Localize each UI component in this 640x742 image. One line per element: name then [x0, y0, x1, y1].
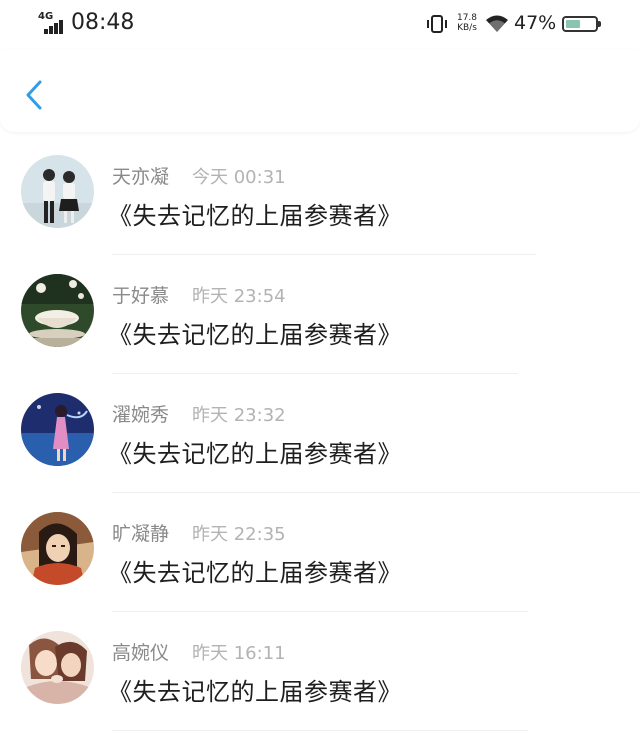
wifi-icon: [486, 15, 508, 32]
comment-time: 昨天 16:11: [192, 643, 286, 664]
divider: [112, 730, 528, 731]
comment-time: 昨天 23:32: [192, 405, 286, 426]
avatar[interactable]: [21, 155, 94, 228]
status-bar: 4G 08:48 17.8 KB/s 47%: [0, 0, 640, 50]
commenter-name[interactable]: 于好慕: [112, 281, 169, 308]
comment-time: 昨天 22:35: [192, 524, 286, 545]
list-item[interactable]: 旷凝静 昨天 22:35 《失去记忆的上届参赛者》: [0, 493, 640, 612]
screen: 4G 08:48 17.8 KB/s 47% 天亦凝 今天 00:31 《失去记…: [0, 0, 640, 742]
nav-header: [0, 50, 640, 132]
avatar[interactable]: [21, 631, 94, 704]
commenter-name[interactable]: 高婉仪: [112, 638, 169, 665]
commenter-name[interactable]: 旷凝静: [112, 519, 169, 546]
comment-text[interactable]: 《失去记忆的上届参赛者》: [108, 196, 402, 231]
list-item[interactable]: 于好慕 昨天 23:54 《失去记忆的上届参赛者》: [0, 255, 640, 374]
comment-list: 天亦凝 今天 00:31 《失去记忆的上届参赛者》 于好慕 昨天 23:54 《…: [0, 136, 640, 731]
vibrate-icon: [427, 15, 447, 33]
comment-text[interactable]: 《失去记忆的上届参赛者》: [108, 672, 402, 707]
commenter-name[interactable]: 濯婉秀: [112, 400, 169, 427]
clock-time: 08:48: [71, 10, 135, 35]
battery-icon: [562, 16, 601, 32]
avatar[interactable]: [21, 393, 94, 466]
list-item[interactable]: 濯婉秀 昨天 23:32 《失去记忆的上届参赛者》: [0, 374, 640, 493]
back-button[interactable]: [14, 74, 54, 114]
comment-text[interactable]: 《失去记忆的上届参赛者》: [108, 315, 402, 350]
speed-unit: KB/s: [457, 23, 477, 33]
comment-text[interactable]: 《失去记忆的上届参赛者》: [108, 553, 402, 588]
list-item[interactable]: 高婉仪 昨天 16:11 《失去记忆的上届参赛者》: [0, 612, 640, 731]
battery-percent: 47%: [514, 12, 557, 34]
comment-text[interactable]: 《失去记忆的上届参赛者》: [108, 434, 402, 469]
speed-value: 17.8: [456, 13, 478, 23]
chevron-left-icon: [26, 80, 42, 110]
commenter-name[interactable]: 天亦凝: [112, 162, 169, 189]
battery-fill: [566, 20, 580, 28]
avatar[interactable]: [21, 512, 94, 585]
comment-time: 昨天 23:54: [192, 286, 286, 307]
avatar[interactable]: [21, 274, 94, 347]
comment-time: 今天 00:31: [192, 167, 286, 188]
network-speed: 17.8 KB/s: [455, 13, 479, 33]
signal-icon: [44, 20, 66, 34]
list-item[interactable]: 天亦凝 今天 00:31 《失去记忆的上届参赛者》: [0, 136, 640, 255]
